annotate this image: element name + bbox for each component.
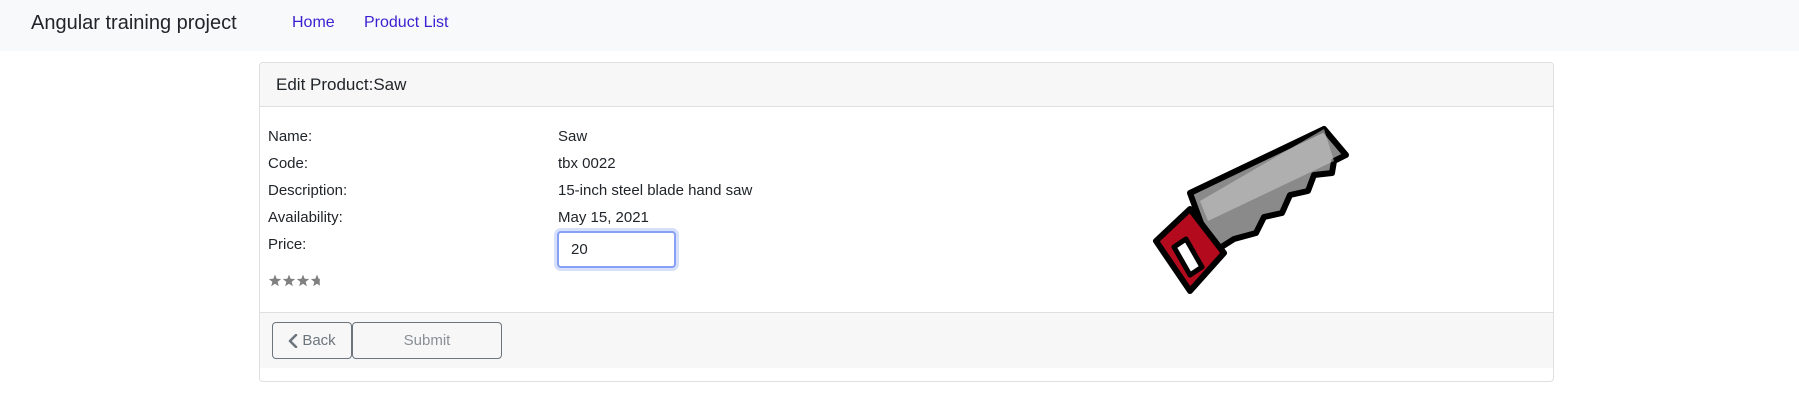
back-button-label: Back [302,332,336,349]
description-value: 15-inch steel blade hand saw [558,182,753,199]
nav-link-product-list[interactable]: Product List [364,13,448,33]
chevron-left-icon [289,333,298,348]
edit-product-card: Edit Product:Saw Name: Saw Code: tbx 002… [259,62,1554,382]
submit-button[interactable]: Submit [352,322,502,359]
app-brand[interactable]: Angular training project [31,11,237,35]
description-label: Description: [268,182,348,199]
submit-button-label: Submit [403,332,451,349]
star-rating [268,273,324,289]
name-label: Name: [268,128,313,145]
star-icon [296,274,310,287]
nav-link-home[interactable]: Home [292,13,335,33]
saw-icon [1153,126,1349,294]
product-image [1138,121,1388,321]
card-footer: Back Submit [260,312,1553,368]
star-rating-icon [268,274,320,287]
price-input[interactable] [557,231,676,268]
card-header: Edit Product:Saw [260,63,1553,107]
code-label: Code: [268,155,309,172]
star-icon [310,274,320,287]
star-icon [268,274,282,287]
top-navbar: Angular training project Home Product Li… [0,0,1799,51]
star-icon [282,274,296,287]
availability-label: Availability: [268,209,343,226]
page-title: Edit Product:Saw [276,75,407,94]
name-value: Saw [558,128,588,145]
code-value: tbx 0022 [558,155,616,172]
availability-value: May 15, 2021 [558,209,649,226]
price-label: Price: [268,236,307,253]
back-button[interactable]: Back [272,322,352,359]
